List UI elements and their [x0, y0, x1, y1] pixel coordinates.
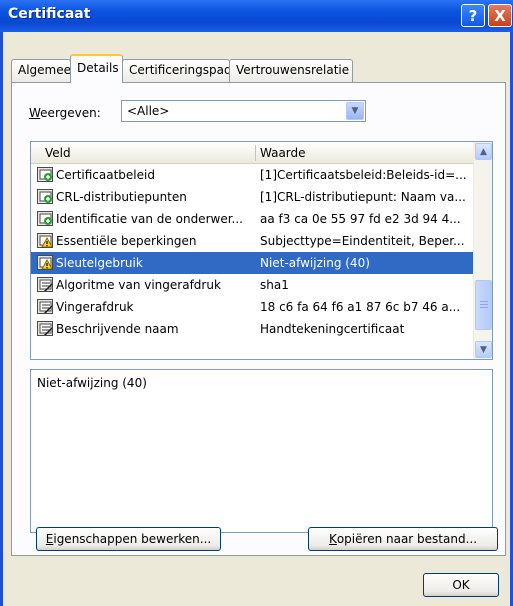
list-item-field: Beschrijvende naam — [56, 322, 179, 336]
extension-icon — [37, 189, 53, 204]
column-divider[interactable] — [255, 145, 256, 161]
critical-extension-icon — [37, 233, 53, 248]
list-item-value: Handtekeningcertificaat — [260, 322, 405, 336]
critical-extension-icon — [37, 255, 53, 270]
list-header: Veld Waarde — [31, 142, 473, 164]
list-item-value: [1]Certificaatsbeleid:Beleids-id=... — [260, 168, 467, 182]
list-item-value: aa f3 ca 0e 55 97 fd e2 3d 94 4... — [260, 212, 461, 226]
close-icon: X — [494, 6, 506, 25]
list-item-value: [1]CRL-distributiepunt: Naam va... — [260, 190, 466, 204]
tab-details[interactable]: Details — [70, 54, 123, 83]
list-item[interactable]: Vingerafdruk 18 c6 fa 64 f6 a1 87 6c b7 … — [31, 296, 473, 318]
scroll-down-icon[interactable]: ▼ — [475, 341, 492, 358]
column-header-value[interactable]: Waarde — [260, 146, 306, 160]
list-item-value: Niet-afwijzing (40) — [260, 256, 370, 270]
list-item[interactable]: Essentiële beperkingen Subjecttype=Einde… — [31, 230, 473, 252]
tab-certificeringspad[interactable]: Certificeringspad — [122, 59, 232, 82]
certificate-dialog: Certificaat ? X Algemeen Details Certifi… — [0, 0, 513, 606]
close-button[interactable]: X — [488, 4, 512, 27]
list-item-field: CRL-distributiepunten — [56, 190, 187, 204]
list-item[interactable]: Algoritme van vingerafdruk sha1 — [31, 274, 473, 296]
column-header-field[interactable]: Veld — [45, 146, 71, 160]
ok-button[interactable]: OK — [423, 573, 499, 597]
list-item[interactable]: Beschrijvende naam Handtekeningcertifica… — [31, 318, 473, 340]
list-item-field: Sleutelgebruik — [56, 256, 143, 270]
show-combobox-value: <Alle> — [127, 104, 170, 118]
help-icon: ? — [468, 6, 478, 25]
list-item-value: Subjecttype=Eindentiteit, Beper... — [260, 234, 465, 248]
copy-to-file-button[interactable]: Kopiëren naar bestand... — [308, 527, 498, 551]
list-scrollbar[interactable]: ▲ ▼ — [473, 142, 492, 359]
list-item-selected[interactable]: Sleutelgebruik Niet-afwijzing (40) — [31, 252, 473, 274]
edit-properties-button[interactable]: Eigenschappen bewerken... — [36, 527, 221, 551]
list-item-value: 18 c6 fa 64 f6 a1 87 6c b7 46 a... — [260, 300, 461, 314]
help-button[interactable]: ? — [461, 4, 485, 27]
list-item-field: Algoritme van vingerafdruk — [56, 278, 221, 292]
list-item-field: Vingerafdruk — [56, 300, 134, 314]
list-item-field: Certificaatbeleid — [56, 168, 155, 182]
dialog-body: Algemeen Details Certificeringspad Vertr… — [3, 32, 510, 606]
property-icon — [37, 321, 53, 336]
fields-listview[interactable]: Veld Waarde Certificaatbeleid [1]Certifi… — [30, 141, 493, 360]
list-item-value: sha1 — [260, 278, 289, 292]
title-bar[interactable]: Certificaat ? X — [0, 0, 513, 32]
scrollbar-thumb[interactable] — [475, 280, 492, 330]
chevron-down-icon[interactable]: ▼ — [346, 102, 364, 120]
property-icon — [37, 299, 53, 314]
list-item[interactable]: Certificaatbeleid [1]Certificaatsbeleid:… — [31, 164, 473, 186]
value-detail-box[interactable]: Niet-afwijzing (40) — [30, 369, 493, 533]
list-item[interactable]: Identificatie van de onderwer... aa f3 c… — [31, 208, 473, 230]
list-item-field: Essentiële beperkingen — [56, 234, 197, 248]
show-combobox[interactable]: <Alle> ▼ — [121, 100, 366, 122]
value-detail-text: Niet-afwijzing (40) — [37, 376, 147, 390]
list-item-field: Identificatie van de onderwer... — [56, 212, 243, 226]
tab-vertrouwensrelatie[interactable]: Vertrouwensrelatie — [229, 59, 353, 82]
list-item[interactable]: CRL-distributiepunten [1]CRL-distributie… — [31, 186, 473, 208]
extension-icon — [37, 167, 53, 182]
property-icon — [37, 277, 53, 292]
extension-icon — [37, 211, 53, 226]
show-label: Weergeven: — [29, 106, 101, 120]
window-title: Certificaat — [8, 6, 91, 22]
tab-algemeen[interactable]: Algemeen — [11, 59, 79, 82]
scroll-up-icon[interactable]: ▲ — [475, 143, 492, 160]
